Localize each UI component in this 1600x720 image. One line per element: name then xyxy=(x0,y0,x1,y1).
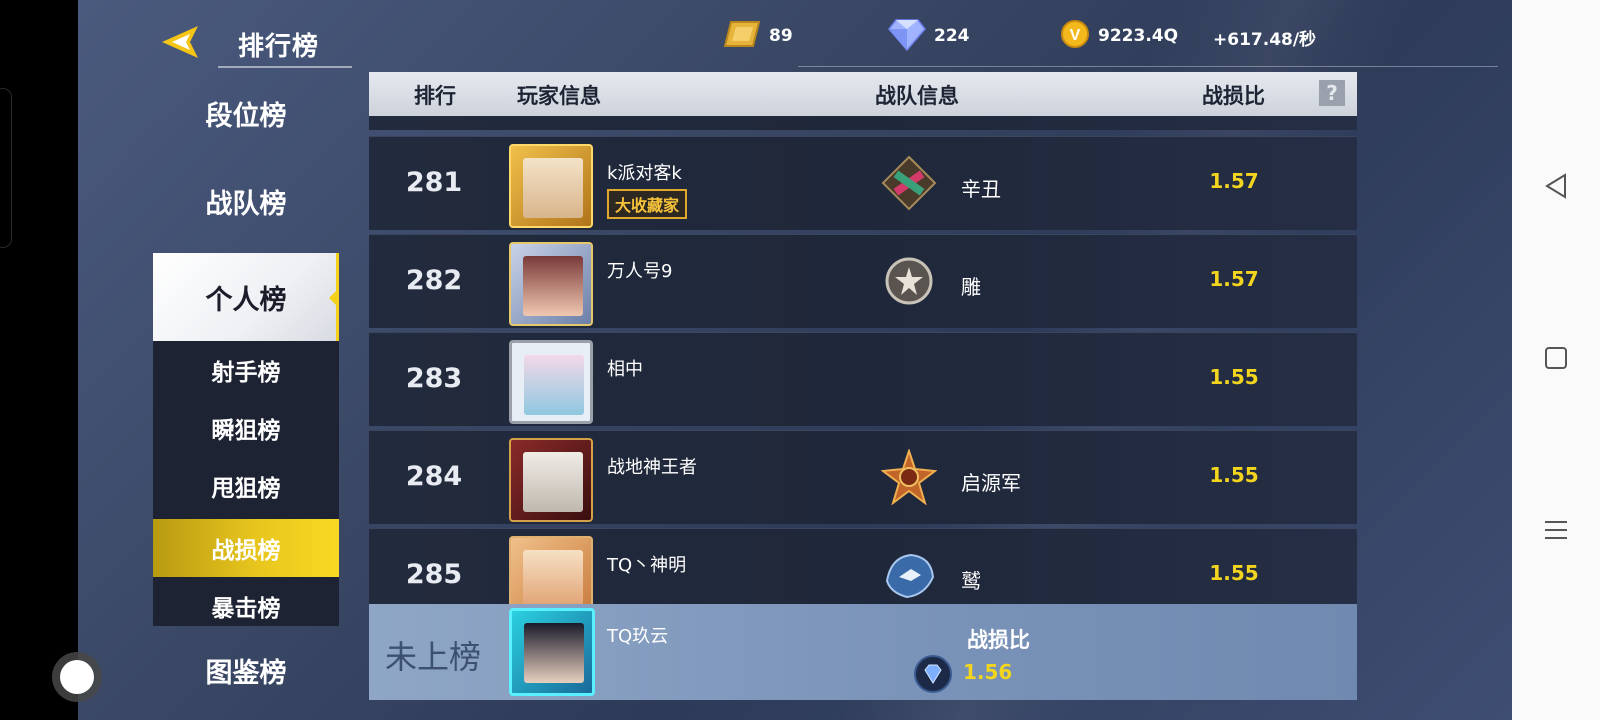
my-rank-row[interactable]: 未上榜 TQ玖云 战损比 1.56 xyxy=(369,604,1357,700)
row-rank: 283 xyxy=(405,363,463,394)
column-kd: 战损比 xyxy=(1202,84,1265,108)
table-row[interactable]: 285 TQ丶神明 鹫 1.55 xyxy=(369,528,1357,604)
player-avatar[interactable] xyxy=(509,438,593,522)
player-name: 战地神王者 xyxy=(607,457,697,478)
column-rank: 排行 xyxy=(414,84,456,108)
table-row[interactable]: 281 k派对客k 大收藏家 辛丑 1.57 xyxy=(369,136,1357,230)
player-name: 万人号9 xyxy=(607,261,673,282)
player-avatar[interactable] xyxy=(509,144,593,228)
page-title: 排行榜 xyxy=(238,32,320,62)
my-rank-label: 未上榜 xyxy=(385,638,482,676)
system-nav-bar xyxy=(1512,0,1600,720)
table-row[interactable] xyxy=(369,116,1357,130)
team-name: 辛丑 xyxy=(961,177,1001,201)
player-name: TQ丶神明 xyxy=(607,555,687,576)
sidebar-tab-collection[interactable]: 图鉴榜 xyxy=(153,641,339,699)
floating-ball-icon xyxy=(60,660,94,694)
header-divider xyxy=(798,66,1498,67)
kd-value: 1.55 xyxy=(1209,561,1259,585)
row-rank: 284 xyxy=(405,461,463,492)
sidebar-tab-team[interactable]: 战队榜 xyxy=(153,172,339,230)
sidebar-sub-shooter[interactable]: 射手榜 xyxy=(153,341,339,399)
currency-coin[interactable]: V 9223.4Q xyxy=(1060,18,1178,54)
table-row[interactable]: 284 战地神王者 启源军 1.55 xyxy=(369,430,1357,524)
sidebar-tab-rank-tier[interactable]: 段位榜 xyxy=(153,84,339,142)
selected-arrow-icon xyxy=(329,291,336,305)
team-emblem-icon xyxy=(881,547,937,603)
home-square-icon xyxy=(1545,347,1567,369)
sidebar-sub-flickscope[interactable]: 甩狙榜 xyxy=(153,457,339,515)
player-avatar[interactable] xyxy=(509,340,593,424)
team-name: 启源军 xyxy=(961,471,1021,495)
kd-value: 1.55 xyxy=(1209,463,1259,487)
sidebar-sub-crit[interactable]: 暴击榜 xyxy=(153,577,339,635)
kd-value: 1.57 xyxy=(1209,267,1259,291)
currency-gold-ticket[interactable]: 89 xyxy=(723,18,793,54)
player-name: k派对客k xyxy=(607,163,682,184)
svg-text:V: V xyxy=(1070,27,1081,44)
nav-back-button[interactable] xyxy=(1540,170,1572,202)
team-name: 鹫 xyxy=(961,569,981,593)
column-player: 玩家信息 xyxy=(517,84,601,108)
team-emblem-icon xyxy=(881,253,937,309)
back-arrow-icon xyxy=(162,26,198,58)
row-rank: 285 xyxy=(405,559,463,590)
left-bezel xyxy=(0,0,78,720)
my-avatar[interactable] xyxy=(509,608,595,696)
coin-count: 9223.4Q xyxy=(1098,26,1179,46)
kd-value: 1.57 xyxy=(1209,169,1259,193)
floating-assistant-button[interactable] xyxy=(52,652,102,702)
menu-lines-icon xyxy=(1545,521,1567,539)
row-rank: 281 xyxy=(405,167,463,198)
title-underline xyxy=(218,66,352,68)
my-kd-value: 1.56 xyxy=(963,660,1013,684)
back-triangle-icon xyxy=(1545,173,1566,199)
player-avatar[interactable] xyxy=(509,242,593,326)
gold-ticket-count: 89 xyxy=(769,26,793,46)
player-avatar[interactable] xyxy=(509,536,593,604)
gold-ticket-icon xyxy=(723,18,761,54)
currency-diamond[interactable]: 224 xyxy=(888,18,970,54)
kd-rank-icon xyxy=(913,654,953,694)
column-team: 战队信息 xyxy=(875,84,959,108)
player-name: 相中 xyxy=(607,359,643,380)
team-emblem-icon xyxy=(881,155,937,211)
game-view: 排行榜 89 224 V 9223.4Q +617.48/秒 段位榜 战队榜 个… xyxy=(78,0,1512,720)
diamond-count: 224 xyxy=(934,26,970,46)
table-row[interactable]: 283 相中 1.55 xyxy=(369,332,1357,426)
back-button[interactable] xyxy=(160,22,204,62)
nav-menu-button[interactable] xyxy=(1540,514,1572,546)
screen: 排行榜 89 224 V 9223.4Q +617.48/秒 段位榜 战队榜 个… xyxy=(0,0,1600,720)
team-emblem-icon xyxy=(880,447,938,506)
table-header: 排行 玩家信息 战队信息 战损比 ? xyxy=(369,72,1357,116)
table-row[interactable]: 282 万人号9 雕 1.57 xyxy=(369,234,1357,328)
sidebar-tab-personal-label: 个人榜 xyxy=(205,284,287,316)
diamond-icon xyxy=(888,17,926,55)
sidebar-sub-quickscope[interactable]: 瞬狙榜 xyxy=(153,399,339,457)
bezel-notch xyxy=(0,88,12,248)
my-kd-label: 战损比 xyxy=(967,628,1030,652)
team-name: 雕 xyxy=(961,275,981,299)
help-button[interactable]: ? xyxy=(1319,80,1345,106)
coin-icon: V xyxy=(1060,19,1090,53)
sidebar-sub-kd[interactable]: 战损榜 xyxy=(153,519,339,577)
nav-home-button[interactable] xyxy=(1540,342,1572,374)
leaderboard-list[interactable]: 281 k派对客k 大收藏家 辛丑 1.57 282 万人号9 雕 1.57 2… xyxy=(369,116,1357,604)
income-rate: +617.48/秒 xyxy=(1213,30,1317,50)
row-rank: 282 xyxy=(405,265,463,296)
player-title-badge: 大收藏家 xyxy=(607,189,688,219)
kd-value: 1.55 xyxy=(1209,365,1259,389)
selected-indicator xyxy=(336,253,339,341)
sidebar-tab-personal[interactable]: 个人榜 xyxy=(153,253,339,341)
my-player-name: TQ玖云 xyxy=(607,626,669,647)
